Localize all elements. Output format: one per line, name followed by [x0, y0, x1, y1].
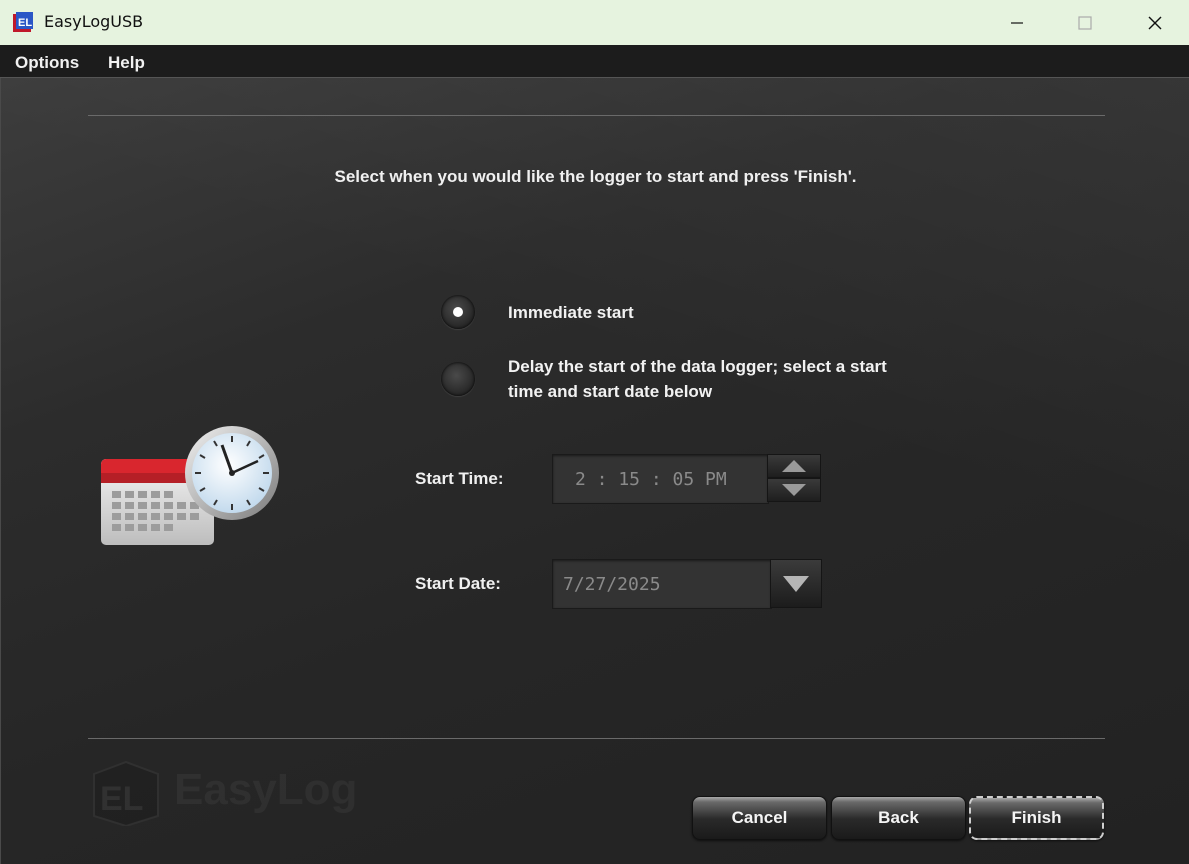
title-bar: EL EasyLogUSB — [0, 0, 1189, 45]
svg-text:EL: EL — [18, 17, 32, 29]
immediate-start-radio[interactable] — [441, 295, 475, 329]
finish-button[interactable]: Finish — [969, 796, 1104, 840]
back-button[interactable]: Back — [831, 796, 966, 840]
date-dropdown-button[interactable] — [770, 559, 822, 608]
cancel-button[interactable]: Cancel — [692, 796, 827, 840]
start-date-label: Start Date: — [415, 574, 501, 593]
time-spin-down-button[interactable] — [767, 478, 821, 502]
menu-bar: Options Help — [0, 45, 1189, 78]
minimize-button[interactable] — [982, 0, 1052, 45]
start-time-field[interactable]: 2 : 15 : 05 PM — [552, 454, 769, 504]
radio-selected-dot — [453, 307, 463, 317]
minimize-icon — [1011, 21, 1023, 24]
menu-options[interactable]: Options — [15, 53, 79, 73]
logo-text: EasyLog — [174, 765, 357, 814]
delay-start-label[interactable]: Delay the start of the data logger; sele… — [508, 354, 888, 404]
start-time-label: Start Time: — [415, 469, 504, 488]
close-icon — [1148, 16, 1162, 29]
wizard-panel: Select when you would like the logger to… — [0, 78, 1189, 864]
calendar-clock-icon — [101, 426, 279, 545]
chevron-down-icon — [783, 575, 809, 592]
start-time-value: 2 : 15 : 05 PM — [575, 469, 727, 490]
maximize-icon — [1078, 15, 1092, 30]
triangle-down-icon — [782, 484, 806, 496]
menu-help[interactable]: Help — [108, 53, 145, 73]
immediate-start-label[interactable]: Immediate start — [508, 300, 634, 325]
triangle-up-icon — [782, 460, 806, 472]
app-icon: EL — [13, 12, 33, 32]
easylog-logo: EL EasyLog — [93, 760, 357, 826]
window-title: EasyLogUSB — [44, 12, 144, 31]
logo-mark: EL — [100, 780, 143, 818]
maximize-button[interactable] — [1050, 0, 1120, 45]
instruction-text: Select when you would like the logger to… — [334, 167, 857, 186]
start-date-field[interactable]: 7/27/2025 — [552, 559, 772, 609]
delay-start-radio[interactable] — [441, 362, 475, 396]
close-button[interactable] — [1120, 0, 1189, 45]
start-date-value: 7/27/2025 — [563, 574, 661, 595]
time-spin-up-button[interactable] — [767, 454, 821, 478]
top-divider — [88, 115, 1105, 116]
bottom-divider — [88, 738, 1105, 739]
